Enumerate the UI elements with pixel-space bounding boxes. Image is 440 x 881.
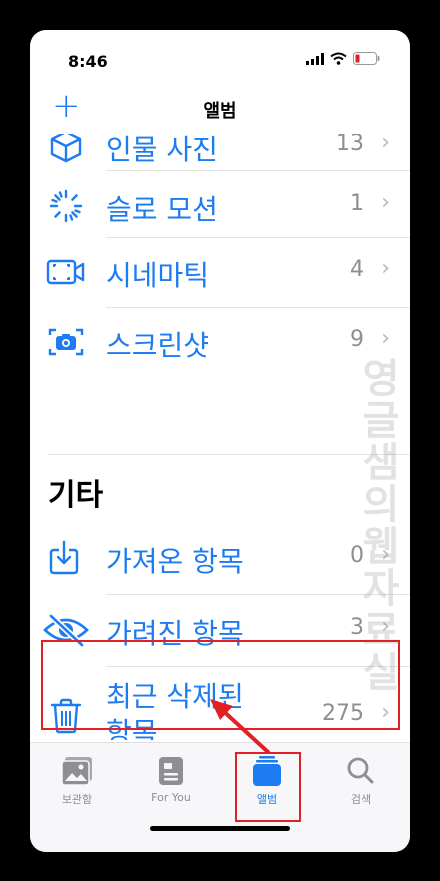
list-item-count: 4 [350,257,364,282]
watermark-char: 샘 [362,440,400,486]
chevron-right-icon: › [381,134,390,155]
tab-for-you[interactable]: For You [136,755,206,804]
tab-search[interactable]: 검색 [326,755,396,807]
chevron-right-icon: › [381,542,390,567]
status-bar: 8:46 [30,30,410,92]
divider [106,170,410,171]
slow-motion-icon [49,189,83,223]
list-item-count: 13 [336,134,364,156]
list-item-label: 슬로 모션 [106,193,218,226]
albums-tab-highlight-box [235,752,301,822]
chevron-right-icon: › [381,256,390,281]
status-icons [306,52,380,65]
battery-icon [353,52,380,65]
status-time: 8:46 [68,52,108,71]
list-item-label: 스크린샷 [106,329,210,362]
tab-label: 보관함 [61,793,93,806]
list-item-label: 시네마틱 [106,259,210,292]
watermark-char: 글 [362,398,400,444]
import-icon [49,540,79,575]
tab-bar: 보관함 For You 앨범 검색 [30,742,410,852]
search-icon [347,757,374,784]
list-item-count: 0 [350,543,364,568]
list-item-cinematic[interactable]: 시네마틱 4 › [30,238,410,308]
list-item-count: 3 [350,615,364,640]
tab-library[interactable]: 보관함 [42,755,112,807]
library-icon [61,757,92,786]
cinematic-icon [46,259,85,285]
section-divider [48,454,410,455]
home-indicator [150,826,290,831]
list-item-screenshots[interactable]: 스크린샷 9 › [30,308,410,378]
list-item-label: 가져온 항목 [106,545,244,578]
recently-deleted-highlight-box [41,640,400,730]
divider [106,594,410,595]
page-title: 앨범 [203,101,237,122]
chevron-right-icon: › [381,326,390,351]
section-title-other: 기타 [48,478,104,513]
nav-bar: + 앨범 [30,85,410,135]
chevron-right-icon: › [381,190,390,215]
phone-screen: 8:46 + 앨범 인물 사진 13 › 슬로 모션 1 › 시네마틱 4 › … [30,30,410,852]
list-item-count: 1 [350,191,364,216]
tab-label: For You [151,791,191,804]
screenshot-icon [48,328,84,356]
list-item-count: 9 [350,327,364,352]
list-item-label: 인물 사진 [106,134,218,166]
list-item-slow-motion[interactable]: 슬로 모션 1 › [30,172,410,242]
for-you-icon [159,757,183,785]
cube-icon [50,134,82,163]
tab-label: 검색 [350,793,372,806]
cellular-signal-icon [306,52,324,65]
wifi-icon [330,52,347,65]
watermark-char: 의 [362,482,400,528]
chevron-right-icon: › [381,614,390,639]
list-item-imports[interactable]: 가져온 항목 0 › [30,524,410,594]
